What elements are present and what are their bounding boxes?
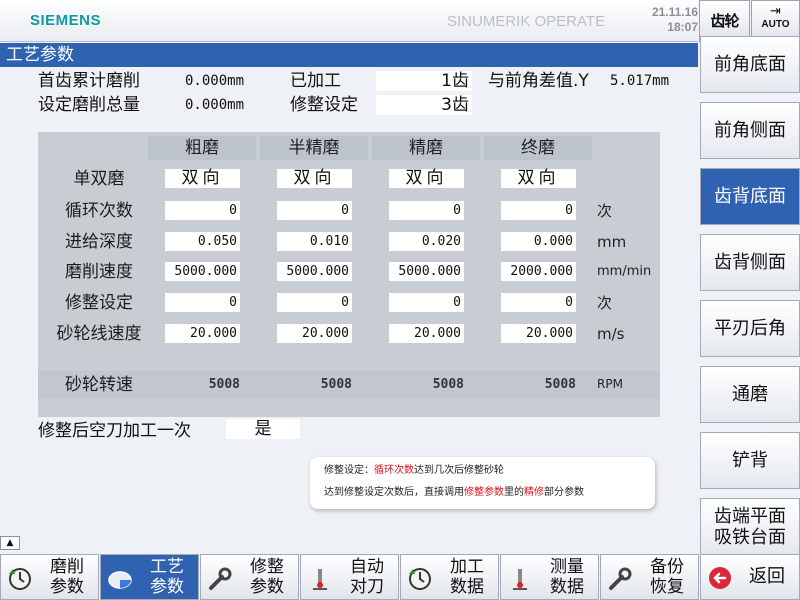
rake-diff-value: 5.017mm bbox=[610, 73, 670, 89]
total-grind-value: 0.000mm bbox=[185, 73, 245, 89]
bottom-softkey-back[interactable]: 返回 bbox=[700, 554, 800, 600]
mode-select-finish[interactable]: 双向 bbox=[389, 169, 464, 188]
col-header-final: 终磨 bbox=[484, 136, 592, 160]
rpm-value-semifinish: 5008 bbox=[320, 377, 352, 392]
pie-icon bbox=[108, 571, 132, 589]
row-label-mode: 单双磨 bbox=[73, 169, 125, 189]
date-text: 21.11.16 bbox=[651, 5, 698, 19]
grind-speed-input-rough[interactable]: 5000.000 bbox=[165, 262, 240, 281]
bottom-softkey-process-params[interactable]: 工艺 参数 bbox=[100, 554, 199, 600]
main-panel: 首齿累计磨削 0.000mm 设定磨削总量 0.000mm 已加工 1齿 修整设… bbox=[0, 67, 698, 536]
wrench-icon bbox=[209, 567, 232, 590]
softkey-end-face[interactable]: 齿端平面 吸铁台面 bbox=[700, 498, 800, 555]
mode-select-semifinish[interactable]: 双向 bbox=[277, 169, 352, 188]
clock-arrow-icon bbox=[9, 568, 31, 590]
total-grind-label: 首齿累计磨削 bbox=[38, 71, 140, 91]
probe-icon bbox=[313, 569, 327, 590]
cycles-input-rough[interactable]: 0 bbox=[165, 201, 240, 220]
unit-grind-speed: mm/min bbox=[597, 264, 652, 279]
arrow-into-bar-icon: ⇥ bbox=[770, 4, 781, 19]
row-label-wheel-linear-speed: 砂轮线速度 bbox=[56, 324, 142, 344]
bottom-softkey-backup-restore[interactable]: 备份 恢复 bbox=[600, 554, 699, 600]
rpm-value-final: 5008 bbox=[544, 377, 576, 392]
hint-note: 修整设定：循环次数达到几次后修整砂轮 达到修整设定次数后，直接调用修整参数里的精… bbox=[310, 457, 655, 509]
row-label-feed-depth: 进给深度 bbox=[65, 232, 133, 252]
feed-depth-input-finish[interactable]: 0.020 bbox=[389, 232, 464, 251]
dress-set-field[interactable]: 3齿 bbox=[376, 95, 472, 115]
app-name: SINUMERIK OPERATE bbox=[447, 13, 606, 30]
dress-setting-input-final[interactable]: 0 bbox=[501, 293, 576, 312]
clock-arrow-icon bbox=[409, 568, 431, 590]
scroll-up-button[interactable]: ▲ bbox=[0, 536, 20, 550]
wheel-speed-input-final[interactable]: 20.000 bbox=[501, 324, 576, 343]
softkey-through-grind[interactable]: 通磨 bbox=[700, 366, 800, 423]
unit-cycles: 次 bbox=[597, 202, 613, 220]
hint-line-1: 修整设定：循环次数达到几次后修整砂轮 bbox=[324, 465, 504, 476]
softkey-flat-clearance[interactable]: 平刃后角 bbox=[700, 300, 800, 357]
processed-label: 已加工 bbox=[290, 71, 341, 91]
wheel-speed-input-semifinish[interactable]: 20.000 bbox=[277, 324, 352, 343]
bottom-softkey-auto-touch[interactable]: 自动 对刀 bbox=[300, 554, 399, 600]
wheel-speed-input-finish[interactable]: 20.000 bbox=[389, 324, 464, 343]
channel-label: 齿轮 bbox=[710, 12, 739, 30]
feed-depth-input-rough[interactable]: 0.050 bbox=[165, 232, 240, 251]
col-header-rough: 粗磨 bbox=[148, 136, 256, 160]
bottom-softkey-grind-params[interactable]: 磨削 参数 bbox=[0, 554, 99, 600]
softkey-rake-bottom[interactable]: 前角底面 bbox=[700, 36, 800, 93]
row-label-cycles: 循环次数 bbox=[65, 201, 133, 221]
probe-icon bbox=[513, 569, 527, 590]
bottom-softkey-measure-data[interactable]: 测量 数据 bbox=[500, 554, 599, 600]
bottom-softkey-dress-params[interactable]: 修整 参数 bbox=[200, 554, 299, 600]
rake-diff-label: 与前角差值.Y bbox=[488, 71, 589, 91]
header-bar: SIEMENS SINUMERIK OPERATE 21.11.16 18:07 bbox=[0, 0, 698, 42]
cycles-input-final[interactable]: 0 bbox=[501, 201, 576, 220]
row-label-grind-speed: 磨削速度 bbox=[65, 262, 133, 282]
back-arrow-icon bbox=[709, 567, 731, 589]
grind-speed-input-semifinish[interactable]: 5000.000 bbox=[277, 262, 352, 281]
siemens-logo: SIEMENS bbox=[30, 12, 102, 29]
row-label-dress-setting: 修整设定 bbox=[65, 293, 133, 313]
rpm-value-finish: 5008 bbox=[432, 377, 464, 392]
rpm-value-rough: 5008 bbox=[208, 377, 240, 392]
bottom-softkey-machining-data[interactable]: 加工 数据 bbox=[400, 554, 499, 600]
mode-label: AUTO bbox=[761, 19, 790, 30]
unit-wheel-linear-speed: m/s bbox=[597, 325, 625, 343]
softkey-rake-side[interactable]: 前角侧面 bbox=[700, 102, 800, 159]
page-title: 工艺参数 bbox=[0, 43, 698, 67]
datetime: 21.11.16 18:07 bbox=[640, 5, 698, 35]
unit-dress-setting: 次 bbox=[597, 294, 613, 312]
softkey-back-bottom[interactable]: 齿背底面 bbox=[700, 168, 800, 225]
set-grind-label: 设定磨削总量 bbox=[38, 95, 140, 115]
col-header-semifinish: 半精磨 bbox=[260, 136, 368, 160]
time-text: 18:07 bbox=[667, 20, 698, 34]
unit-feed-depth: mm bbox=[597, 233, 627, 251]
wrench-icon bbox=[609, 567, 632, 590]
unit-rpm: RPM bbox=[597, 377, 623, 391]
feed-depth-input-semifinish[interactable]: 0.010 bbox=[277, 232, 352, 251]
col-header-finish: 精磨 bbox=[372, 136, 480, 160]
processed-field[interactable]: 1齿 bbox=[376, 71, 472, 91]
wheel-speed-input-rough[interactable]: 20.000 bbox=[165, 324, 240, 343]
dress-setting-input-finish[interactable]: 0 bbox=[389, 293, 464, 312]
dress-setting-input-semifinish[interactable]: 0 bbox=[277, 293, 352, 312]
dress-set-label: 修整设定 bbox=[290, 95, 358, 115]
row-label-wheel-rpm: 砂轮转速 bbox=[65, 375, 133, 395]
cycles-input-finish[interactable]: 0 bbox=[389, 201, 464, 220]
grind-speed-input-finish[interactable]: 5000.000 bbox=[389, 262, 464, 281]
feed-depth-input-final[interactable]: 0.000 bbox=[501, 232, 576, 251]
mode-select-final[interactable]: 双向 bbox=[501, 169, 576, 188]
empty-cut-label: 修整后空刀加工一次 bbox=[38, 421, 191, 441]
mode-select-rough[interactable]: 双向 bbox=[165, 169, 240, 188]
cycles-input-semifinish[interactable]: 0 bbox=[277, 201, 352, 220]
empty-cut-select[interactable]: 是 bbox=[226, 419, 300, 439]
hint-line-2: 达到修整设定次数后，直接调用修整参数里的精修部分参数 bbox=[324, 487, 584, 498]
set-grind-value: 0.000mm bbox=[185, 97, 245, 113]
softkey-relief[interactable]: 铲背 bbox=[700, 432, 800, 489]
dress-setting-input-rough[interactable]: 0 bbox=[165, 293, 240, 312]
grind-speed-input-final[interactable]: 2000.000 bbox=[501, 262, 576, 281]
softkey-back-side[interactable]: 齿背侧面 bbox=[700, 234, 800, 291]
